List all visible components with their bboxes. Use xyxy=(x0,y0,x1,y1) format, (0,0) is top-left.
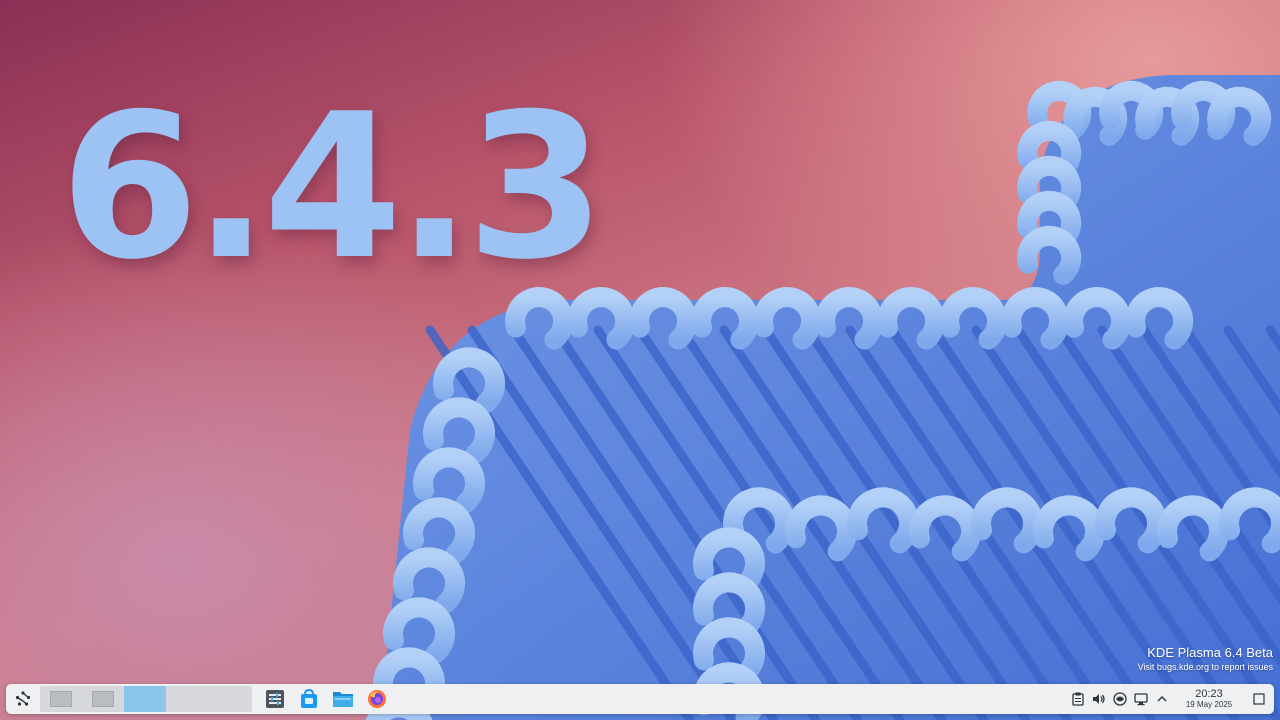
beta-watermark: KDE Plasma 6.4 Beta Visit bugs.kde.org t… xyxy=(1138,644,1273,673)
task-firefox[interactable] xyxy=(360,686,394,712)
tray-display[interactable] xyxy=(1130,686,1151,712)
show-desktop-button[interactable] xyxy=(1244,686,1274,712)
tray-network[interactable] xyxy=(1109,686,1130,712)
clock-time: 20:23 xyxy=(1195,688,1223,700)
desktop[interactable]: 6.4.3 KDE Plasma 6.4 Beta Visit bugs.kde… xyxy=(0,0,1280,720)
network-icon xyxy=(1112,692,1127,706)
pager-desktop-1[interactable] xyxy=(40,686,82,712)
task-system-settings[interactable] xyxy=(258,686,292,712)
watermark-subtitle: Visit bugs.kde.org to report issues xyxy=(1137,662,1273,672)
task-dolphin[interactable] xyxy=(326,686,360,712)
system-tray: 20:23 19 May 2025 xyxy=(1067,686,1274,712)
discover-store-icon xyxy=(301,689,317,708)
tray-volume[interactable] xyxy=(1088,686,1109,712)
taskbar-panel: 20:23 19 May 2025 xyxy=(6,684,1274,714)
pager-window-thumbnail xyxy=(92,691,114,707)
volume-icon xyxy=(1092,694,1105,704)
pager-desktop-2[interactable] xyxy=(82,686,124,712)
pager-window-thumbnail xyxy=(50,691,72,707)
task-manager xyxy=(258,686,394,712)
pager-desktop-3-active[interactable] xyxy=(124,686,166,712)
folder-icon xyxy=(333,692,353,707)
display-icon xyxy=(1133,693,1148,706)
clock-date: 19 May 2025 xyxy=(1185,700,1233,709)
chevron-up-icon xyxy=(1157,696,1166,702)
tray-expand[interactable] xyxy=(1151,686,1172,712)
show-desktop-icon xyxy=(1253,693,1265,705)
clipboard-icon xyxy=(1071,692,1084,706)
pager-desktop-4[interactable] xyxy=(166,686,252,712)
virtual-desktop-pager xyxy=(40,686,252,712)
version-number-text: 6.4.3 xyxy=(60,71,605,304)
application-launcher-button[interactable] xyxy=(8,686,38,712)
kde-launcher-icon xyxy=(15,691,31,706)
watermark-title: KDE Plasma 6.4 Beta xyxy=(1147,645,1273,660)
task-discover[interactable] xyxy=(292,686,326,712)
firefox-icon xyxy=(368,690,386,708)
tray-clipboard[interactable] xyxy=(1067,686,1088,712)
system-settings-icon xyxy=(266,690,284,708)
digital-clock[interactable]: 20:23 19 May 2025 xyxy=(1174,688,1244,710)
